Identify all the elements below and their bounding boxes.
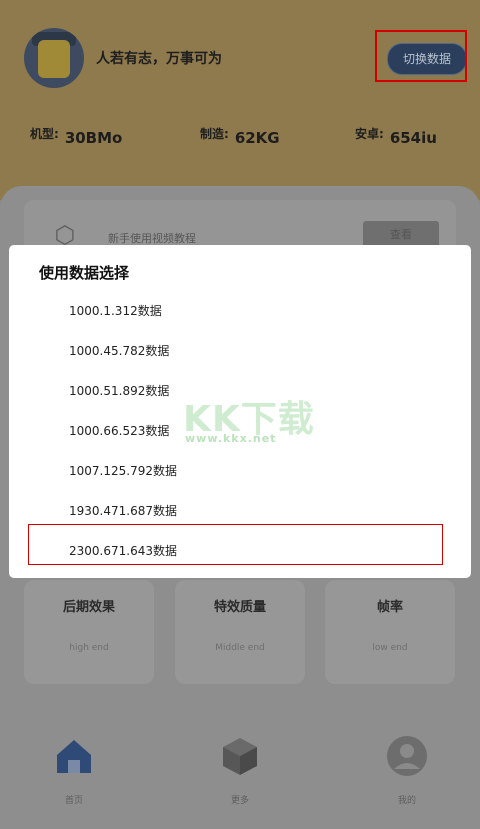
tutorial-text: 新手使用视频教程 bbox=[108, 232, 196, 245]
nav-profile-label: 我的 bbox=[397, 796, 416, 806]
dialog-option[interactable]: 1007.125.792数据 bbox=[69, 462, 177, 479]
option-sub-post-effects: high end bbox=[69, 643, 109, 653]
nav-more-label: 更多 bbox=[230, 796, 249, 806]
option-title-effect-quality: 特效质量 bbox=[213, 600, 266, 615]
watermark-url: www.kkx.net bbox=[185, 432, 277, 445]
spec-model: 机型: 30BMo bbox=[30, 124, 122, 147]
highlight-frame-option bbox=[28, 524, 443, 565]
highlight-frame-switch bbox=[375, 30, 467, 82]
nav-profile[interactable]: 我的 bbox=[377, 735, 437, 806]
option-title-post-effects: 后期效果 bbox=[62, 600, 115, 615]
dialog-option[interactable]: 1000.66.523数据 bbox=[69, 422, 169, 439]
option-sub-frame-rate: low end bbox=[372, 643, 408, 653]
spec-model-value: 30BMo bbox=[64, 129, 123, 147]
dialog-option[interactable]: 1930.471.687数据 bbox=[69, 502, 177, 519]
dialog-option[interactable]: 1000.51.892数据 bbox=[69, 382, 169, 399]
spec-weight-key: 制造: bbox=[200, 127, 229, 141]
spec-weight: 制造: 62KG bbox=[200, 124, 280, 147]
motto-text: 人若有志，万事可为 bbox=[96, 51, 222, 67]
spec-weight-value: 62KG bbox=[234, 129, 280, 147]
spec-android-value: 654iu bbox=[389, 129, 437, 147]
avatar-face-shape bbox=[38, 40, 70, 78]
dialog-option[interactable]: 1000.45.782数据 bbox=[69, 342, 169, 359]
option-sub-effect-quality: Middle end bbox=[215, 643, 265, 653]
spec-model-key: 机型: bbox=[30, 127, 59, 141]
dialog-option[interactable]: 1000.1.312数据 bbox=[69, 302, 162, 319]
home-icon bbox=[57, 740, 91, 773]
avatar[interactable] bbox=[24, 28, 84, 88]
nav-home[interactable]: 首页 bbox=[44, 735, 104, 806]
dialog-title: 使用数据选择 bbox=[39, 264, 130, 282]
profile-icon bbox=[387, 736, 427, 776]
cube-icon bbox=[223, 738, 257, 775]
option-title-frame-rate: 帧率 bbox=[376, 600, 403, 615]
app-screen: 人若有志，万事可为 切换数据 机型: 30BMo 制造: 62KG 安卓: 65… bbox=[0, 0, 480, 829]
spec-android: 安卓: 654iu bbox=[355, 124, 437, 147]
nav-home-label: 首页 bbox=[64, 796, 83, 806]
spec-android-key: 安卓: bbox=[355, 127, 384, 141]
nav-more[interactable]: 更多 bbox=[210, 735, 270, 806]
